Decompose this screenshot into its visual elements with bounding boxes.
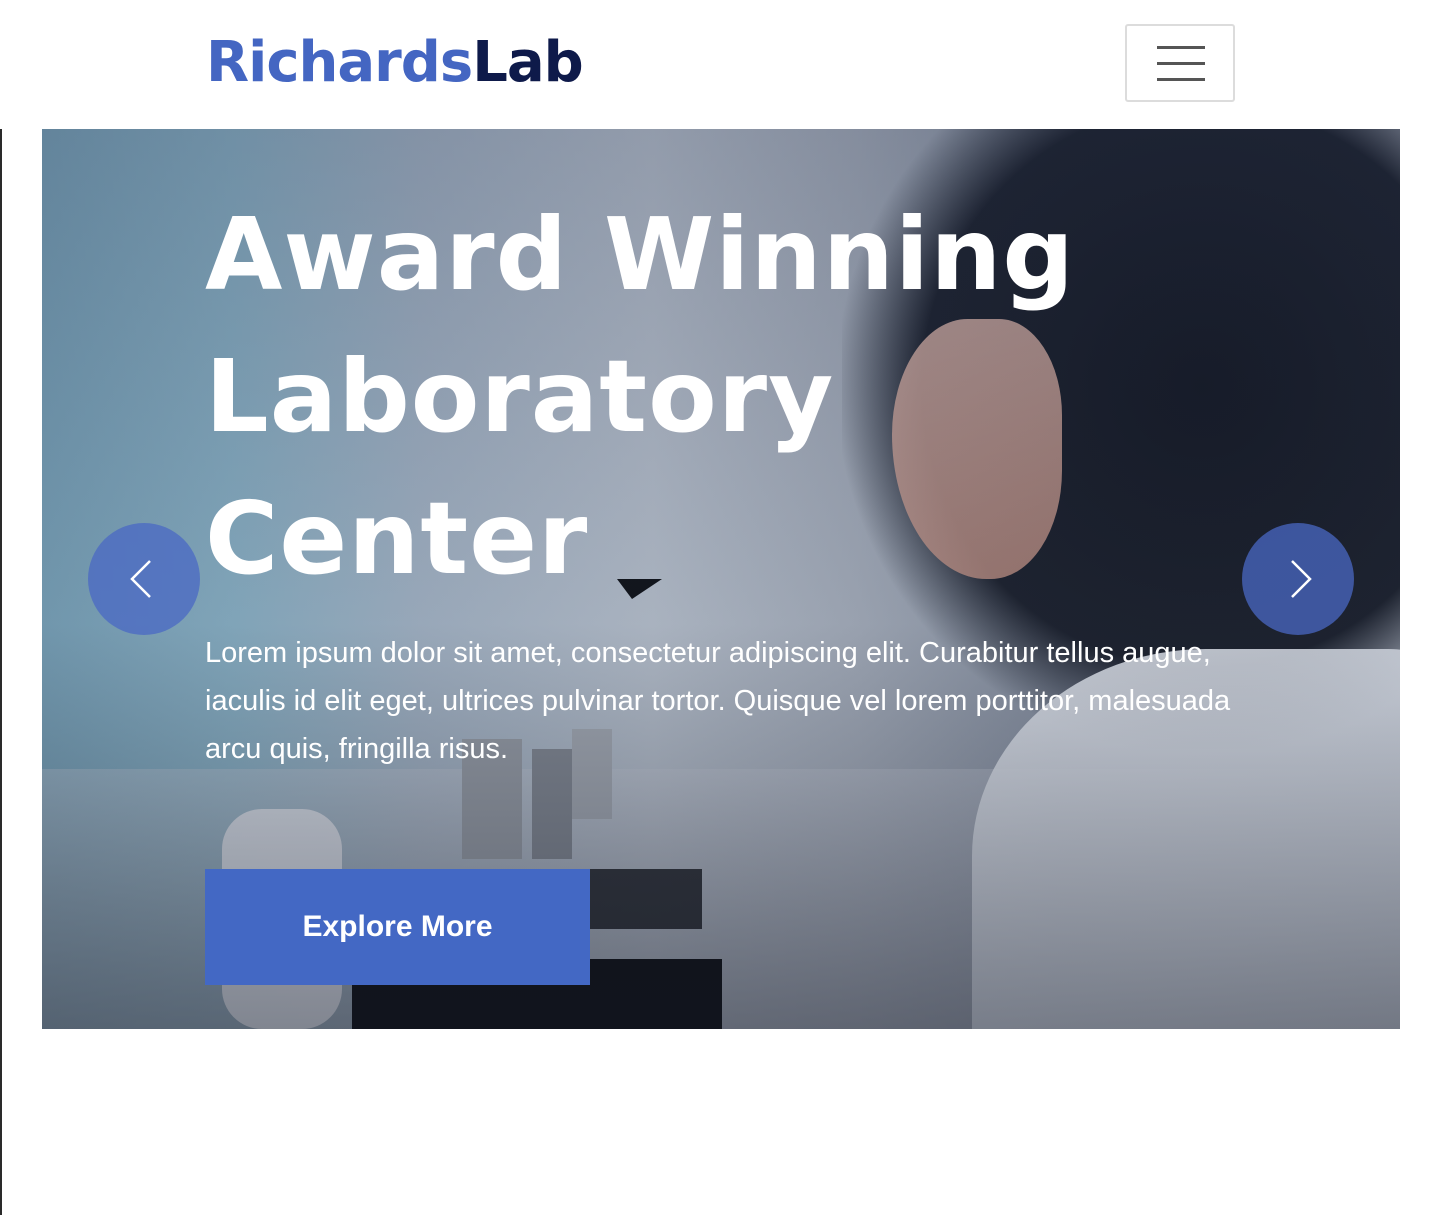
menu-toggle-button[interactable] (1125, 24, 1235, 102)
carousel-next-button[interactable] (1242, 523, 1354, 635)
hamburger-menu-icon-bar (1157, 78, 1205, 81)
hero-description: Lorem ipsum dolor sit amet, consectetur … (205, 637, 1231, 765)
explore-more-button[interactable]: Explore More (205, 869, 590, 985)
hero-title: Award Winning Laboratory Center (205, 196, 1075, 597)
brand-name-part2: Lab (472, 30, 584, 95)
hamburger-menu-icon-bar (1157, 62, 1205, 65)
chevron-right-icon (1291, 560, 1312, 598)
hamburger-menu-icon (1157, 46, 1205, 49)
navbar: RichardsLab (0, 0, 1434, 129)
brand-logo[interactable]: RichardsLab (206, 28, 584, 98)
page-left-border (0, 0, 2, 1215)
hero-carousel: Award Winning Laboratory Center Lorem ip… (42, 129, 1400, 1029)
brand-name-part1: Richards (206, 30, 473, 95)
chevron-left-icon (130, 560, 151, 598)
carousel-prev-button[interactable] (88, 523, 200, 635)
